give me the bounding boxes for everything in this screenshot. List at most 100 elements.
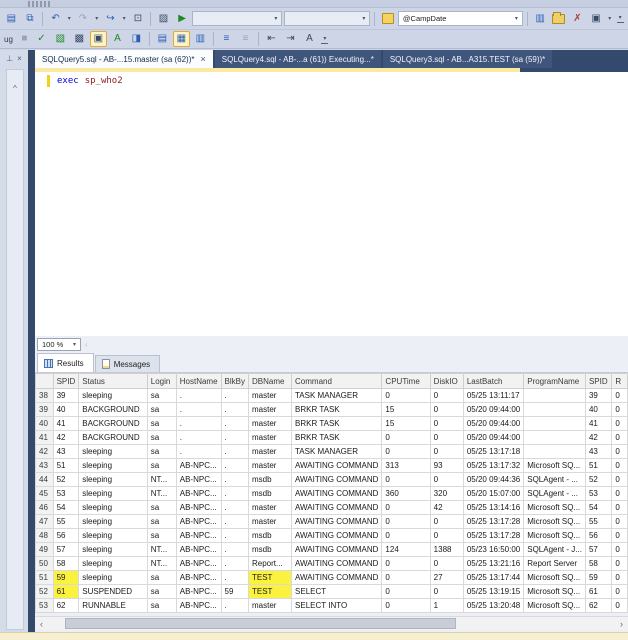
redo-dropdown-icon[interactable]: ▾ — [93, 15, 100, 22]
grid-cell[interactable]: 62 — [52, 598, 80, 613]
grid-cell[interactable]: 0 — [611, 598, 628, 613]
grid-cell[interactable]: msdb — [247, 528, 293, 543]
grid-cell[interactable]: 54 — [52, 500, 80, 515]
column-header[interactable]: SPID — [52, 373, 80, 389]
grid-cell[interactable]: . — [220, 444, 250, 459]
column-header[interactable]: R — [611, 373, 628, 389]
grid-cell[interactable]: . — [175, 402, 222, 417]
column-header[interactable]: Login — [146, 373, 177, 389]
grid-cell[interactable] — [523, 402, 586, 417]
grid-cell[interactable]: 53 — [584, 486, 613, 501]
grid-cell[interactable]: master — [247, 430, 293, 445]
redo-icon[interactable]: ↷ — [75, 11, 92, 27]
grid-cell[interactable]: 0 — [429, 402, 464, 417]
grid-cell[interactable]: Microsoft SQ... — [523, 458, 586, 473]
column-header[interactable]: CPUTime — [381, 373, 431, 389]
grid-cell[interactable]: AWAITING COMMAND — [291, 500, 383, 515]
parse-check-icon[interactable]: ✓ — [33, 31, 50, 47]
grid-cell[interactable]: 0 — [381, 388, 431, 403]
tab-results[interactable]: Results — [37, 353, 94, 372]
scrollbar-track[interactable] — [48, 617, 615, 630]
grid-cell[interactable]: . — [220, 598, 250, 613]
grid-cell[interactable]: AB-NPC... — [175, 570, 222, 585]
grid-cell[interactable]: 61 — [52, 584, 80, 599]
grid-cell[interactable]: 59 — [584, 570, 613, 585]
grid-cell[interactable]: 0 — [381, 472, 431, 487]
tab-sqlquery4[interactable]: SQLQuery4.sql - AB-...a (61)) Executing.… — [214, 50, 381, 68]
grid-cell[interactable]: BRKR TASK — [291, 402, 383, 417]
note-icon[interactable] — [379, 11, 396, 27]
grid-cell[interactable]: 43 — [52, 444, 80, 459]
grid-cell[interactable]: 51 — [52, 458, 80, 473]
uncomment-icon[interactable]: ≡ — [237, 31, 254, 47]
grid-cell[interactable]: Microsoft SQ... — [523, 584, 586, 599]
grid-cell[interactable]: 39 — [584, 388, 613, 403]
grid-cell[interactable]: TEST — [247, 584, 293, 599]
row-header-cell[interactable]: 47 — [35, 514, 54, 529]
grid-cell[interactable]: Report Server — [523, 556, 586, 571]
column-header[interactable]: HostName — [175, 373, 222, 389]
grid-cell[interactable]: SELECT INTO — [291, 598, 383, 613]
grid-cell[interactable]: sleeping — [78, 542, 148, 557]
grid-cell[interactable]: AWAITING COMMAND — [291, 556, 383, 571]
grid-cell[interactable] — [523, 444, 586, 459]
grid-cell[interactable]: 42 — [52, 430, 80, 445]
stop-debug-icon[interactable]: ■ — [18, 31, 31, 47]
grid-cell[interactable]: AWAITING COMMAND — [291, 570, 383, 585]
dock-splitter[interactable] — [28, 50, 35, 632]
grid-cell[interactable]: sleeping — [78, 472, 148, 487]
grid-cell[interactable]: sleeping — [78, 444, 148, 459]
undo-dropdown-icon[interactable]: ▾ — [66, 15, 73, 22]
grid-cell[interactable]: . — [220, 388, 250, 403]
grid-cell[interactable]: 05/20 09:44:00 — [462, 430, 525, 445]
column-header[interactable]: Command — [291, 373, 383, 389]
row-header-cell[interactable]: 53 — [35, 598, 54, 613]
row-header-cell[interactable]: 44 — [35, 472, 54, 487]
grid-cell[interactable]: 0 — [381, 500, 431, 515]
grid-cell[interactable]: 0 — [381, 584, 431, 599]
grid-cell[interactable]: 55 — [52, 514, 80, 529]
grid-cell[interactable]: AWAITING COMMAND — [291, 542, 383, 557]
grid-cell[interactable]: 15 — [381, 402, 431, 417]
debug-pointer-icon[interactable]: ◨ — [128, 31, 145, 47]
grid-cell[interactable]: AB-NPC... — [175, 584, 222, 599]
variable-combobox[interactable]: @CampDate ▾ — [397, 11, 523, 26]
grid-cell[interactable]: 0 — [429, 528, 464, 543]
grid-cell[interactable]: 05/20 09:44:36 — [462, 472, 525, 487]
tab-close-icon[interactable]: × — [201, 54, 206, 64]
grid-cell[interactable]: AB-NPC... — [175, 472, 222, 487]
grid-cell[interactable]: 15 — [381, 416, 431, 431]
horizontal-scrollbar[interactable]: ‹ › — [35, 616, 628, 630]
grid-cell[interactable]: AB-NPC... — [175, 514, 222, 529]
grid-cell[interactable]: 05/25 13:17:32 — [462, 458, 525, 473]
grid-cell[interactable]: 51 — [584, 458, 613, 473]
grid-cell[interactable]: 54 — [584, 500, 613, 515]
grid-cell[interactable]: msdb — [247, 486, 293, 501]
grid-cell[interactable]: sa — [146, 528, 177, 543]
grid-cell[interactable]: AB-NPC... — [175, 598, 222, 613]
grid-cell[interactable]: 05/25 13:17:44 — [462, 570, 525, 585]
grid-cell[interactable]: . — [220, 416, 250, 431]
grid-cell[interactable]: 0 — [611, 472, 628, 487]
grid-cell[interactable]: sa — [146, 584, 177, 599]
grid-cell[interactable]: sleeping — [78, 388, 148, 403]
grid-cell[interactable]: msdb — [247, 472, 293, 487]
scroll-up-icon[interactable]: ^ — [13, 84, 17, 93]
grid-cell[interactable]: 0 — [429, 472, 464, 487]
grid-cell[interactable]: 39 — [52, 388, 80, 403]
grid-cell[interactable]: 05/20 15:07:00 — [462, 486, 525, 501]
column-header[interactable]: SPID — [584, 373, 613, 389]
grid-cell[interactable]: 40 — [52, 402, 80, 417]
grid-cell[interactable]: 0 — [611, 458, 628, 473]
grid-cell[interactable]: 59 — [220, 584, 250, 599]
grid-cell[interactable]: 41 — [52, 416, 80, 431]
tab-sqlquery3[interactable]: SQLQuery3.sql - AB...A315.TEST (sa (59))… — [382, 50, 553, 68]
window-icon[interactable]: ⊡ — [130, 11, 147, 27]
grid-cell[interactable]: 0 — [611, 388, 628, 403]
column-header[interactable]: DBName — [247, 373, 293, 389]
row-header-cell[interactable]: 42 — [35, 444, 54, 459]
grid-cell[interactable]: RUNNABLE — [78, 598, 148, 613]
grid-cell[interactable]: 0 — [381, 528, 431, 543]
grid-cell[interactable]: 0 — [611, 570, 628, 585]
grid-cell[interactable]: SELECT — [291, 584, 383, 599]
